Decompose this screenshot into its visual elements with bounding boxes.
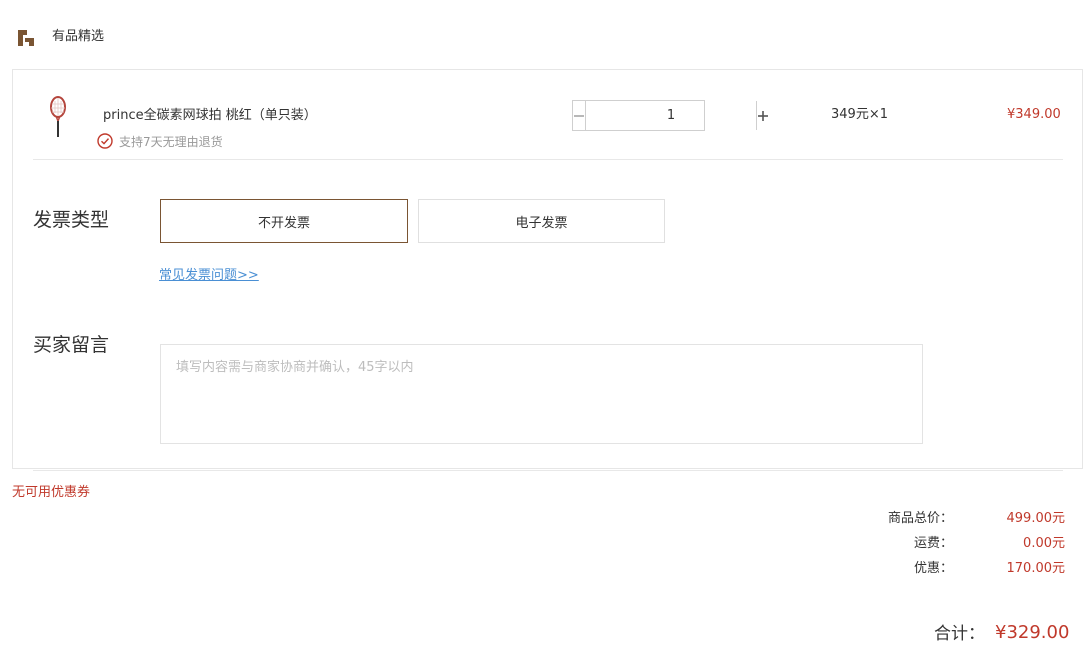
minus-icon <box>574 114 584 117</box>
discount-value: 170.00元 <box>1006 561 1066 576</box>
invoice-option-electronic[interactable]: 电子发票 <box>418 199 665 243</box>
invoice-option-none[interactable]: 不开发票 <box>160 199 408 243</box>
coupon-note[interactable]: 无可用优惠券 <box>12 484 90 502</box>
item-title[interactable]: prince全碳素网球拍 桃红（单只装） <box>103 107 317 125</box>
decrease-quantity-button[interactable] <box>573 101 586 130</box>
shipping-label: 运费： <box>913 536 953 551</box>
invoice-faq-link[interactable]: 常见发票问题>> <box>159 267 259 285</box>
shop-name: 有品精选 <box>52 29 105 44</box>
grand-total-label: 合计： <box>934 624 985 644</box>
quantity-stepper <box>572 100 768 131</box>
divider <box>33 470 1063 471</box>
buyer-message-input[interactable] <box>160 344 923 444</box>
shop-logo-icon <box>14 26 38 50</box>
invoice-type-label: 发票类型 <box>33 209 110 231</box>
return-policy-text: 支持7天无理由退货 <box>119 135 223 149</box>
tennis-racket-icon[interactable] <box>46 95 70 139</box>
discount-label: 优惠： <box>913 561 953 576</box>
item-total: ¥349.00 <box>1007 107 1061 122</box>
increase-quantity-button[interactable] <box>756 101 769 130</box>
quantity-input[interactable] <box>586 101 756 130</box>
unit-price: 349元×1 <box>831 107 888 122</box>
subtotal-label: 商品总价： <box>887 511 953 526</box>
check-circle-icon <box>97 133 113 149</box>
shipping-value: 0.00元 <box>1023 536 1065 551</box>
buyer-message-label: 买家留言 <box>33 334 110 356</box>
divider <box>33 159 1063 160</box>
plus-icon <box>758 110 768 121</box>
grand-total-value: ¥329.00 <box>995 622 1070 643</box>
subtotal-value: 499.00元 <box>1006 511 1066 526</box>
